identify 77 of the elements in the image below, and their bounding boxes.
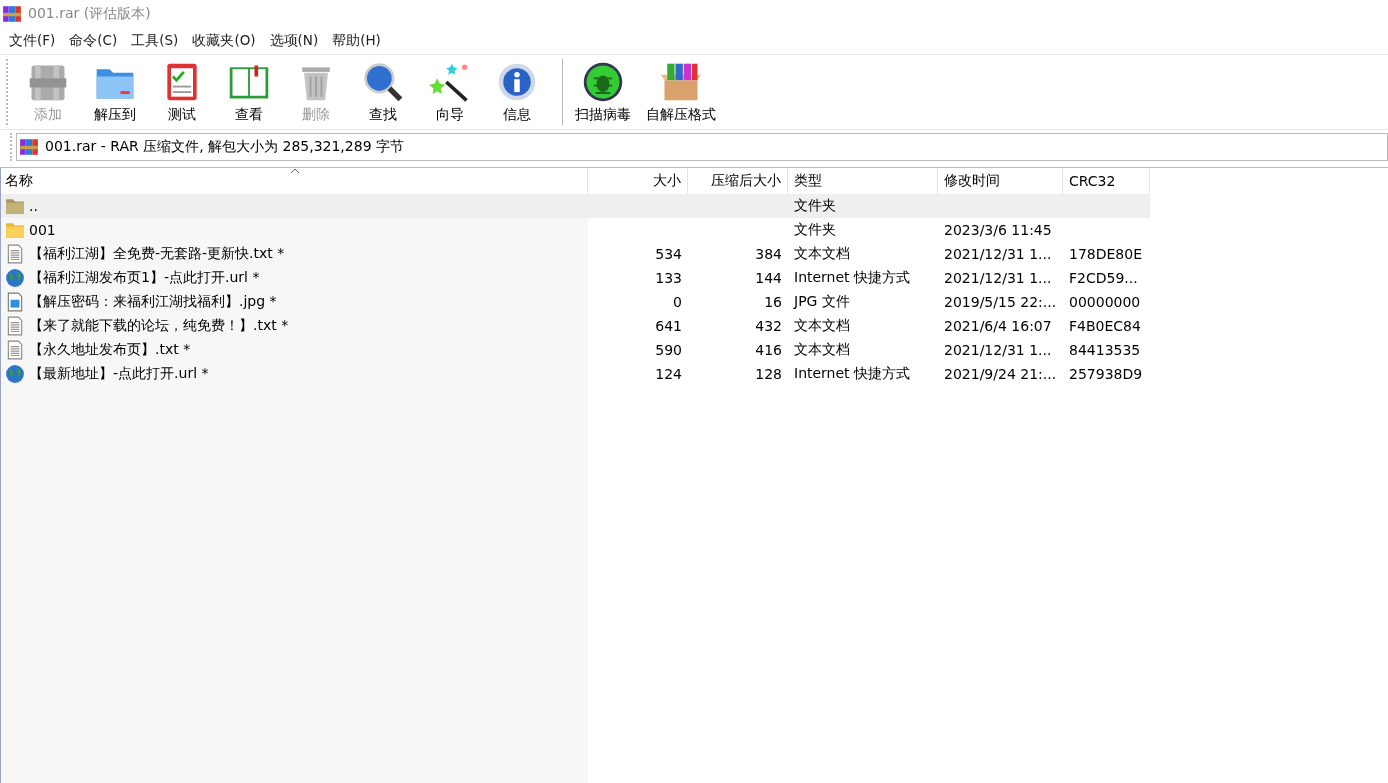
file-name: 001 bbox=[29, 222, 56, 238]
search-icon bbox=[361, 60, 405, 104]
window-title: 001.rar (评估版本) bbox=[28, 5, 151, 23]
file-row[interactable]: 001 文件夹 2023/3/6 11:45 bbox=[1, 218, 1388, 242]
table-cell: 文件夹 bbox=[794, 221, 836, 239]
wizard-toolbar-button[interactable]: 向导 bbox=[420, 58, 480, 126]
address-field[interactable]: 001.rar - RAR 压缩文件, 解包大小为 285,321,289 字节 bbox=[16, 133, 1388, 161]
table-cell: Internet 快捷方式 bbox=[794, 365, 911, 383]
table-cell: 16 bbox=[764, 294, 782, 310]
table-cell: 文本文档 bbox=[794, 341, 850, 359]
table-cell: 2023/3/6 11:45 bbox=[944, 222, 1052, 238]
file-name: 【最新地址】-点此打开.url * bbox=[29, 365, 209, 383]
test-toolbar-button[interactable]: 测试 bbox=[152, 58, 212, 126]
file-name: 【福利江湖发布页1】-点此打开.url * bbox=[29, 269, 260, 287]
globe-icon bbox=[5, 268, 25, 288]
file-row[interactable]: 【来了就能下载的论坛，纯免费！】.txt * 641 432 文本文档 2021/6/4 16:07 F4B0EC84 bbox=[1, 314, 1388, 338]
info-toolbar-button[interactable]: 信息 bbox=[487, 58, 547, 126]
sfx-toolbar-button[interactable]: 自解压格式 bbox=[642, 58, 720, 126]
file-row[interactable]: 【福利江湖发布页1】-点此打开.url * 133 144 Internet 快捷方式 2021/12/31 1... F2CD59... bbox=[1, 266, 1388, 290]
menu-item[interactable]: 帮助(H) bbox=[325, 32, 388, 50]
table-cell: JPG 文件 bbox=[794, 293, 850, 311]
file-row[interactable]: 【永久地址发布页】.txt * 590 416 文本文档 2021/12/31 1... 84413535 bbox=[1, 338, 1388, 362]
text-file-icon bbox=[5, 244, 25, 264]
table-cell: 590 bbox=[655, 342, 682, 358]
table-cell: 2021/12/31 1... bbox=[944, 342, 1052, 358]
folder-icon bbox=[5, 196, 25, 216]
table-cell: 0 bbox=[673, 294, 682, 310]
file-name: 【永久地址发布页】.txt * bbox=[29, 341, 191, 359]
text-file-icon bbox=[5, 340, 25, 360]
view-toolbar-button[interactable]: 查看 bbox=[219, 58, 279, 126]
table-cell: 2019/5/15 22:... bbox=[944, 294, 1057, 310]
archive-icon bbox=[19, 137, 39, 157]
table-cell: 384 bbox=[755, 246, 782, 262]
bug-icon bbox=[581, 60, 625, 104]
file-name: 【来了就能下载的论坛，纯免费！】.txt * bbox=[29, 317, 289, 335]
table-cell: 257938D9 bbox=[1069, 366, 1143, 382]
find-toolbar-button[interactable]: 查找 bbox=[353, 58, 413, 126]
extract-toolbar-button[interactable]: 解压到 bbox=[85, 58, 145, 126]
table-cell: F2CD59... bbox=[1069, 270, 1138, 286]
image-file-icon bbox=[5, 292, 25, 312]
table-cell: 178DE80E bbox=[1069, 246, 1142, 262]
table-cell: 128 bbox=[755, 366, 782, 382]
table-cell: 124 bbox=[655, 366, 682, 382]
sort-caret-icon bbox=[290, 168, 300, 174]
table-cell: 641 bbox=[655, 318, 682, 334]
file-name: 【解压密码：来福利江湖找福利】.jpg * bbox=[29, 293, 277, 311]
table-cell: Internet 快捷方式 bbox=[794, 269, 911, 287]
file-row[interactable]: .. 文件夹 bbox=[1, 194, 1150, 218]
file-row[interactable]: 【福利江湖】全免费-无套路-更新快.txt * 534 384 文本文档 2021/12/31 1... 178DE80E bbox=[1, 242, 1388, 266]
globe-icon bbox=[5, 364, 25, 384]
table-cell: 文本文档 bbox=[794, 245, 850, 263]
file-row[interactable]: 【解压密码：来福利江湖找福利】.jpg * 0 16 JPG 文件 2019/5/15 22:... 00000000 bbox=[1, 290, 1388, 314]
file-row[interactable]: 【最新地址】-点此打开.url * 124 128 Internet 快捷方式 2021/9/24 21:... 257938D9 bbox=[1, 362, 1388, 386]
menu-item[interactable]: 选项(N) bbox=[262, 32, 326, 50]
table-cell: 534 bbox=[655, 246, 682, 262]
table-cell: 2021/9/24 21:... bbox=[944, 366, 1057, 382]
file-name: 【福利江湖】全免费-无套路-更新快.txt * bbox=[29, 245, 285, 263]
table-cell: F4B0EC84 bbox=[1069, 318, 1141, 334]
menu-item[interactable]: 收藏夹(O) bbox=[185, 32, 263, 50]
table-cell: 2021/12/31 1... bbox=[944, 270, 1052, 286]
table-cell: 84413535 bbox=[1069, 342, 1141, 358]
table-cell: 144 bbox=[755, 270, 782, 286]
table-cell: 2021/12/31 1... bbox=[944, 246, 1052, 262]
table-cell: 416 bbox=[755, 342, 782, 358]
table-cell: 文件夹 bbox=[794, 197, 836, 215]
text-file-icon bbox=[5, 316, 25, 336]
archive-app-icon bbox=[2, 4, 22, 24]
file-name: .. bbox=[29, 198, 38, 214]
menu-item[interactable]: 工具(S) bbox=[124, 32, 186, 50]
table-cell: 00000000 bbox=[1069, 294, 1141, 310]
table-cell: 文本文档 bbox=[794, 317, 850, 335]
menu-item[interactable]: 命令(C) bbox=[62, 32, 125, 50]
menu-item[interactable]: 文件(F) bbox=[2, 32, 63, 50]
table-cell: 133 bbox=[655, 270, 682, 286]
virus-toolbar-button[interactable]: 扫描病毒 bbox=[571, 58, 635, 126]
table-cell: 2021/6/4 16:07 bbox=[944, 318, 1052, 334]
table-cell: 432 bbox=[755, 318, 782, 334]
